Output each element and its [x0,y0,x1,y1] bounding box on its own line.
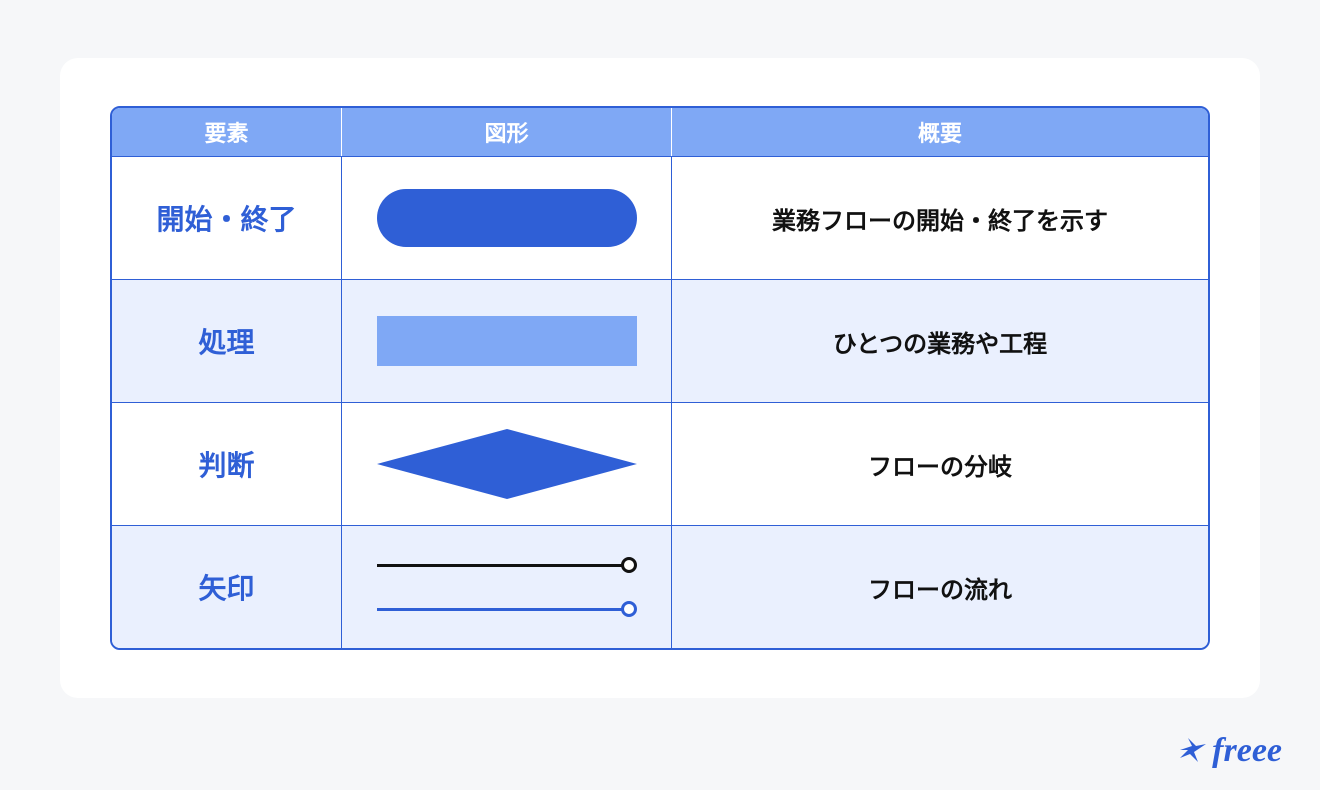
arrow-black-icon [377,557,637,573]
cell-element: 判断 [112,403,342,525]
table-row: 矢印 フローの流れ [112,525,1208,648]
cell-shape [342,403,672,525]
cell-summary: 業務フローの開始・終了を示す [672,157,1208,279]
cell-summary: フローの分岐 [672,403,1208,525]
header-element: 要素 [112,108,342,156]
cell-shape [342,526,672,648]
cell-summary: フローの流れ [672,526,1208,648]
table-row: 開始・終了 業務フローの開始・終了を示す [112,156,1208,279]
cell-element: 矢印 [112,526,342,648]
header-summary: 概要 [672,108,1208,156]
logo-text: freee [1212,732,1282,770]
table-row: 処理 ひとつの業務や工程 [112,279,1208,402]
cell-summary: ひとつの業務や工程 [672,280,1208,402]
cell-element: 処理 [112,280,342,402]
cell-element: 開始・終了 [112,157,342,279]
cell-shape [342,280,672,402]
table-body: 開始・終了 業務フローの開始・終了を示す 処理 ひとつの業務や工程 判断 [112,156,1208,648]
header-shape: 図形 [342,108,672,156]
flowchart-legend-table: 要素 図形 概要 開始・終了 業務フローの開始・終了を示す 処理 ひとつの業務や… [110,106,1210,650]
cell-shape [342,157,672,279]
arrow-blue-icon [377,601,637,617]
table-header-row: 要素 図形 概要 [112,108,1208,156]
freee-logo: freee [1178,732,1282,770]
swallow-icon [1178,736,1208,766]
table-row: 判断 フローの分岐 [112,402,1208,525]
terminator-shape-icon [377,189,637,247]
decision-shape-icon [377,429,637,499]
process-shape-icon [377,316,637,366]
card: 要素 図形 概要 開始・終了 業務フローの開始・終了を示す 処理 ひとつの業務や… [60,58,1260,698]
arrow-shapes-icon [377,557,637,617]
